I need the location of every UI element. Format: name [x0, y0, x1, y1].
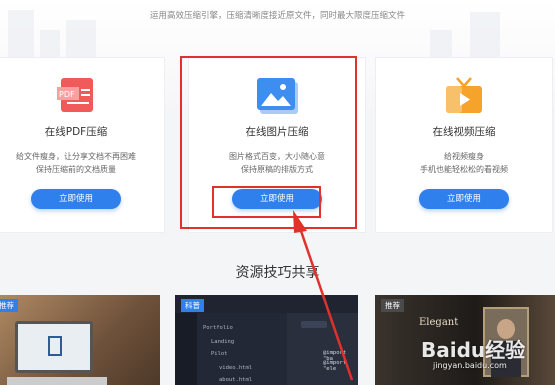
card-title: 在线PDF压缩 [44, 126, 108, 138]
desc-line: 图片格式百变，大小随心意 [229, 152, 325, 161]
pdf-icon-label: PDF [59, 90, 75, 99]
tree-item: Landing [211, 339, 235, 345]
laptop-base [7, 377, 107, 385]
tree-item: about.html [219, 377, 253, 383]
cover-title: Elegant [419, 317, 459, 328]
image-icon [256, 74, 298, 116]
use-now-button[interactable]: 立即使用 [31, 189, 121, 209]
thumbnail-tag: 推荐 [381, 299, 404, 312]
code-line: @import "ele [323, 360, 347, 372]
editor-gutter [175, 313, 197, 385]
pdf-icon: PDF [55, 74, 97, 116]
desc-line: 保持原稿的排版方式 [241, 165, 313, 174]
article-thumbnail[interactable]: 推荐 [0, 295, 160, 385]
tree-item: video.html [219, 365, 253, 371]
thumbnail-tag: 科普 [181, 299, 204, 312]
tree-item: Portfolio [203, 325, 233, 331]
article-thumbnail[interactable]: Portfolio Landing Pilot video.html about… [175, 295, 358, 385]
card-description: 图片格式百变，大小随心意 保持原稿的排版方式 [189, 150, 365, 176]
image-compress-card[interactable]: 在线图片压缩 图片格式百变，大小随心意 保持原稿的排版方式 立即使用 [188, 57, 366, 233]
tv-icon [443, 74, 485, 116]
pdf-compress-card[interactable]: PDF 在线PDF压缩 给文件瘦身，让分享文档不再困难 保持压缩前的文档质量 立… [0, 57, 165, 233]
section-title: 资源技巧共享 [235, 265, 320, 281]
document-icon [48, 336, 62, 356]
tree-item: Pilot [211, 351, 228, 357]
watermark-url: jingyan.baidu.com [433, 361, 507, 370]
page-subtitle: 运用高效压缩引擎，压缩清晰度接近原文件，同时最大限度压缩文件 [149, 11, 405, 21]
desc-line: 手机也能轻松松的看视频 [420, 165, 508, 174]
baidu-watermark: Baidu经验 jingyan.baidu.com [421, 334, 551, 382]
video-compress-card[interactable]: 在线视频压缩 给视频瘦身 手机也能轻松松的看视频 立即使用 [375, 57, 553, 233]
card-title: 在线图片压缩 [245, 126, 309, 138]
watermark-logo-text: Baidu经验 [421, 338, 526, 362]
desc-line: 保持压缩前的文档质量 [36, 165, 116, 174]
card-title: 在线视频压缩 [432, 126, 496, 138]
card-description: 给视频瘦身 手机也能轻松松的看视频 [376, 150, 552, 176]
desc-line: 给视频瘦身 [444, 152, 484, 161]
editor-tab [301, 321, 327, 328]
use-now-button[interactable]: 立即使用 [419, 189, 509, 209]
editor-sidebar [197, 313, 287, 385]
card-description: 给文件瘦身，让分享文档不再困难 保持压缩前的文档质量 [0, 150, 164, 176]
laptop-image [15, 321, 93, 373]
desc-line: 给文件瘦身，让分享文档不再困难 [16, 152, 136, 161]
use-now-button[interactable]: 立即使用 [232, 189, 322, 209]
thumbnail-tag: 推荐 [0, 299, 18, 312]
